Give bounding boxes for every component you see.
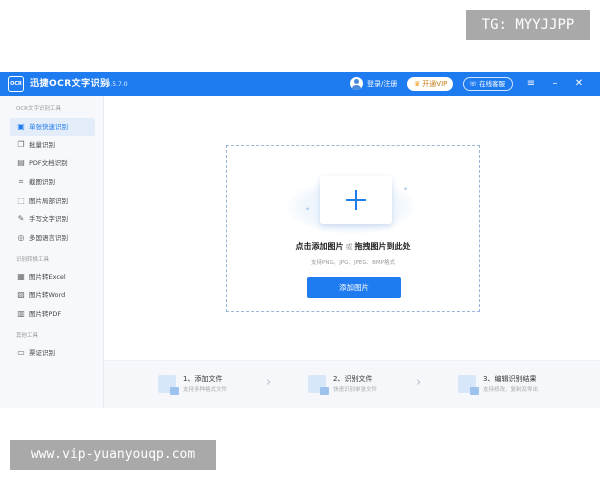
pdf-doc-icon: ▤ — [17, 158, 25, 167]
plus-icon — [346, 190, 366, 210]
single-image-icon: ▣ — [17, 122, 25, 131]
menu-icon[interactable]: ≡ — [525, 77, 537, 91]
watermark-bottom: www.vip-yuanyouqp.com — [10, 440, 216, 470]
sidebar-item-image-to-excel[interactable]: ▦ 图片转Excel — [10, 268, 95, 286]
user-avatar-icon[interactable] — [350, 77, 363, 90]
main-panel: ✦ ✦ 点击添加图片或拖拽图片到此处 支持PNG、JPG、JPEG、BMP格式 … — [104, 96, 600, 408]
image-card-illustration — [320, 176, 392, 224]
crown-icon: ♛ — [414, 80, 421, 88]
drop-zone-title: 点击添加图片或拖拽图片到此处 — [295, 242, 411, 251]
supported-formats-hint: 支持PNG、JPG、JPEG、BMP格式 — [311, 260, 395, 266]
app-title: 迅捷OCR文字识别 — [30, 79, 110, 89]
sidebar-group-label-convert: 识别转换工具 — [16, 257, 50, 263]
vip-button-label: 开通VIP — [422, 80, 448, 88]
steps-bar: 1、添加文件 支持多种格式文件 › 2、识别文件 快速识别单张文件 › 3、编辑… — [104, 360, 600, 408]
step-recognize-file: 2、识别文件 快速识别单张文件 — [308, 373, 418, 397]
recognize-file-icon — [308, 375, 329, 395]
add-image-button[interactable]: 添加图片 — [307, 277, 401, 298]
add-file-icon — [158, 375, 179, 395]
sidebar-item-image-to-word[interactable]: ▧ 图片转Word — [10, 286, 95, 304]
online-service-button[interactable]: ☏ 在线客服 — [463, 77, 513, 91]
sidebar: OCR文字识别工具 ▣ 单张快速识别 ❐ 批量识别 ▤ PDF文档识别 ⌗ 截图… — [0, 96, 104, 408]
crop-icon: ⌗ — [18, 177, 24, 186]
online-service-label: 在线客服 — [479, 80, 506, 88]
app-window: OCR 迅捷OCR文字识别 v8.5.7.0 登录/注册 ♛ 开通VIP ☏ 在线客… — [0, 72, 600, 408]
sidebar-group-label-other: 其他工具 — [16, 333, 39, 339]
chevron-right-icon: › — [266, 375, 272, 390]
sidebar-item-image-to-pdf[interactable]: ▥ 图片转PDF — [10, 305, 95, 323]
headset-icon: ☏ — [469, 80, 478, 88]
step-add-file: 1、添加文件 支持多种格式文件 — [158, 373, 268, 397]
pdf-icon: ▥ — [17, 309, 25, 318]
sparkle-icon: ✦ — [305, 206, 311, 213]
image-drop-zone[interactable]: ✦ ✦ 点击添加图片或拖拽图片到此处 支持PNG、JPG、JPEG、BMP格式 … — [226, 145, 480, 312]
word-icon: ▧ — [17, 290, 25, 299]
app-logo-icon: OCR — [8, 76, 24, 92]
close-icon[interactable]: ✕ — [573, 77, 585, 91]
sidebar-item-handwriting-recognition[interactable]: ✎ 手写文字识别 — [10, 210, 95, 228]
globe-icon: ◎ — [17, 233, 25, 242]
login-register-link[interactable]: 登录/注册 — [367, 79, 397, 89]
sidebar-item-batch-recognition[interactable]: ❐ 批量识别 — [10, 136, 95, 154]
edit-result-icon — [458, 375, 479, 395]
title-bar: OCR 迅捷OCR文字识别 v8.5.7.0 登录/注册 ♛ 开通VIP ☏ 在线客… — [0, 72, 600, 96]
region-select-icon: ⬚ — [17, 196, 25, 205]
sidebar-item-region-recognition[interactable]: ⬚ 图片局部识别 — [10, 192, 95, 210]
sparkle-icon: ✦ — [403, 186, 409, 193]
minimize-icon[interactable]: – — [549, 77, 561, 91]
sidebar-item-ticket-recognition[interactable]: ▭ 票证识别 — [10, 344, 95, 362]
sidebar-item-single-recognition[interactable]: ▣ 单张快速识别 — [10, 118, 95, 136]
sidebar-group-label-ocr: OCR文字识别工具 — [16, 106, 61, 112]
app-version: v8.5.7.0 — [103, 81, 128, 88]
vip-button[interactable]: ♛ 开通VIP — [407, 77, 453, 91]
sidebar-item-screenshot-recognition[interactable]: ⌗ 截图识别 — [10, 173, 95, 191]
excel-icon: ▦ — [17, 272, 25, 281]
watermark-top: TG: MYYJJPP — [466, 10, 590, 40]
id-card-icon: ▭ — [17, 348, 25, 357]
pen-icon: ✎ — [17, 214, 25, 223]
sidebar-item-multilanguage-recognition[interactable]: ◎ 多国语言识别 — [10, 229, 95, 247]
batch-icon: ❐ — [17, 140, 25, 149]
sidebar-item-pdf-recognition[interactable]: ▤ PDF文档识别 — [10, 154, 95, 172]
chevron-right-icon: › — [416, 375, 422, 390]
step-edit-result: 3、编辑识别结果 支持修改、复制及导出 — [458, 373, 588, 397]
